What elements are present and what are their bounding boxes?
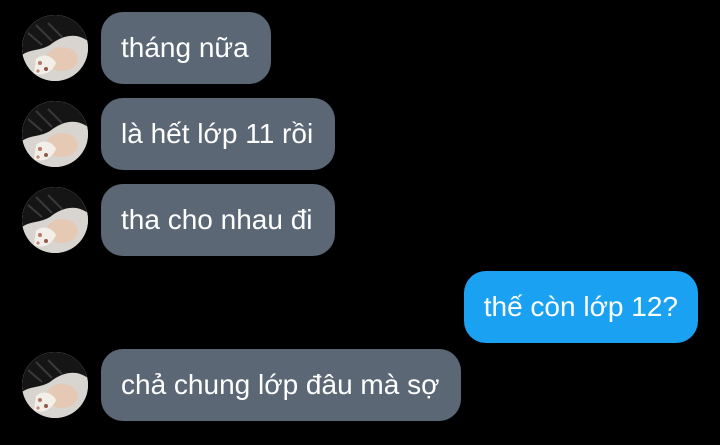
message-bubble-incoming[interactable]: chả chung lớp đâu mà sợ	[101, 349, 462, 421]
contact-avatar[interactable]	[22, 187, 88, 253]
message-row: chả chung lớp đâu mà sợ	[0, 349, 720, 421]
avatar-photo-icon	[22, 352, 88, 418]
message-text: tháng nữa	[121, 32, 249, 63]
message-bubble-incoming[interactable]: là hết lớp 11 rồi	[101, 98, 336, 170]
contact-avatar[interactable]	[22, 15, 88, 81]
message-bubble-incoming[interactable]: tháng nữa	[101, 12, 271, 84]
message-row: thế còn lớp 12?	[0, 271, 720, 343]
message-text: chả chung lớp đâu mà sợ	[121, 369, 440, 400]
message-row: là hết lớp 11 rồi	[0, 98, 720, 170]
message-bubble-incoming[interactable]: tha cho nhau đi	[101, 184, 335, 256]
chat-thread: tháng nữa là hết lớp 11 rồi tha cho nhau…	[0, 0, 720, 445]
message-row: tha cho nhau đi	[0, 184, 720, 256]
contact-avatar[interactable]	[22, 352, 88, 418]
contact-avatar[interactable]	[22, 101, 88, 167]
message-bubble-outgoing[interactable]: thế còn lớp 12?	[463, 271, 698, 343]
message-row: tháng nữa	[0, 12, 720, 84]
message-text: thế còn lớp 12?	[483, 291, 678, 322]
message-text: là hết lớp 11 rồi	[121, 118, 314, 149]
avatar-photo-icon	[22, 15, 88, 81]
message-text: tha cho nhau đi	[121, 204, 313, 235]
avatar-photo-icon	[22, 101, 88, 167]
avatar-photo-icon	[22, 187, 88, 253]
